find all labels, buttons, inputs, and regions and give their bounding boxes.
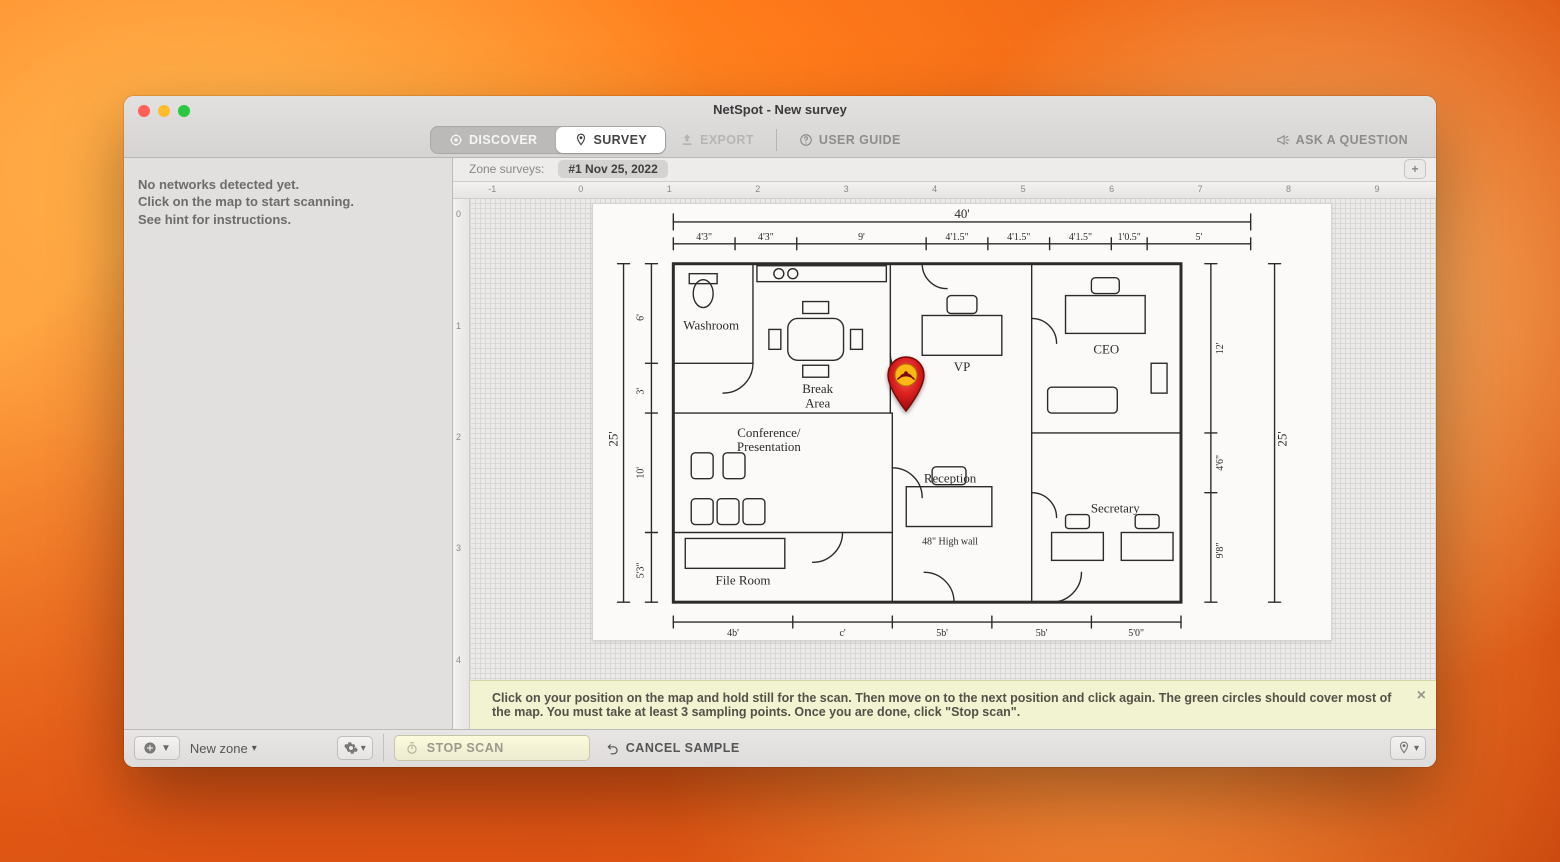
svg-text:5b': 5b' <box>936 628 948 639</box>
svg-text:4'1.5": 4'1.5" <box>1069 231 1092 242</box>
hint-close-button[interactable]: × <box>1417 687 1426 705</box>
stop-scan-label: STOP SCAN <box>427 741 504 755</box>
app-window: NetSpot - New survey DISCOVER SURVEY <box>124 96 1436 767</box>
tab-survey-label: SURVEY <box>594 133 648 147</box>
tab-discover-label: DISCOVER <box>469 133 538 147</box>
new-zone-label: New zone <box>190 741 248 756</box>
svg-text:10': 10' <box>635 466 646 478</box>
main-area: Zone surveys: #1 Nov 25, 2022 + -1 0 1 2… <box>453 158 1436 729</box>
sidebar-hint-line: Click on the map to start scanning. <box>138 193 438 211</box>
svg-text:CEO: CEO <box>1093 341 1119 356</box>
svg-text:48" High wall: 48" High wall <box>922 536 978 547</box>
location-menu-button[interactable]: ▾ <box>1390 736 1426 760</box>
sidebar-hint-line: No networks detected yet. <box>138 176 438 194</box>
svg-text:25': 25' <box>1275 431 1290 446</box>
svg-text:4'3": 4'3" <box>696 231 712 242</box>
svg-text:5'0": 5'0" <box>1128 628 1144 639</box>
chevron-down-icon: ▼ <box>161 743 171 754</box>
svg-text:9': 9' <box>858 231 865 242</box>
pin-outline-icon <box>1397 741 1411 755</box>
svg-text:c': c' <box>839 628 845 639</box>
hint-text: Click on your position on the map and ho… <box>492 691 1391 719</box>
svg-text:12': 12' <box>1215 342 1226 354</box>
add-menu-button[interactable]: ▼ <box>134 736 180 760</box>
plus-circle-icon <box>143 741 157 755</box>
svg-text:25': 25' <box>606 431 621 446</box>
svg-text:4'6": 4'6" <box>1215 454 1226 470</box>
sidebar: No networks detected yet. Click on the m… <box>124 158 453 729</box>
svg-text:4'1.5": 4'1.5" <box>1007 231 1030 242</box>
toolbar: DISCOVER SURVEY EXPORT <box>124 124 1436 157</box>
export-icon <box>680 133 694 147</box>
stop-scan-button[interactable]: STOP SCAN <box>394 735 590 761</box>
svg-text:VP: VP <box>954 359 971 374</box>
cancel-sample-button[interactable]: CANCEL SAMPLE <box>606 741 740 755</box>
gear-icon <box>344 741 358 755</box>
svg-text:1'0.5": 1'0.5" <box>1118 231 1141 242</box>
svg-text:6': 6' <box>635 313 646 320</box>
user-guide-label: USER GUIDE <box>819 133 901 147</box>
ask-question-label: ASK A QUESTION <box>1296 133 1408 147</box>
traffic-lights <box>138 105 190 117</box>
titlebar: NetSpot - New survey DISCOVER SURVEY <box>124 96 1436 158</box>
svg-text:Reception: Reception <box>924 470 977 485</box>
hint-banner: Click on your position on the map and ho… <box>470 680 1436 729</box>
close-window-button[interactable] <box>138 105 150 117</box>
pin-icon <box>574 133 588 147</box>
chevron-down-icon: ▾ <box>252 743 257 754</box>
ask-question-button[interactable]: ASK A QUESTION <box>1276 133 1408 147</box>
export-label: EXPORT <box>700 133 754 147</box>
svg-text:BreakArea: BreakArea <box>802 381 833 410</box>
scan-position-pin[interactable] <box>884 355 928 413</box>
chevron-down-icon: ▾ <box>361 743 366 754</box>
svg-text:40': 40' <box>954 205 969 220</box>
svg-text:5'3": 5'3" <box>635 562 646 578</box>
svg-text:Conference/Presentation: Conference/Presentation <box>737 424 801 453</box>
sidebar-hint-line: See hint for instructions. <box>138 211 438 229</box>
svg-text:3': 3' <box>635 387 646 394</box>
floor-plan: 40' 4'3" 4'3" 9' 4'1.5" 4'1.5" <box>592 203 1332 641</box>
svg-text:5': 5' <box>1196 231 1203 242</box>
stopwatch-icon <box>405 741 419 755</box>
svg-text:4'3": 4'3" <box>758 231 774 242</box>
svg-text:Washroom: Washroom <box>683 317 739 332</box>
ruler-vertical: 0 1 2 3 4 <box>453 199 470 729</box>
body: No networks detected yet. Click on the m… <box>124 158 1436 729</box>
tab-survey[interactable]: SURVEY <box>556 127 666 153</box>
new-zone-dropdown[interactable]: New zone ▾ <box>190 741 257 756</box>
zone-surveys-bar: Zone surveys: #1 Nov 25, 2022 + <box>453 158 1436 182</box>
target-icon <box>449 133 463 147</box>
window-title: NetSpot - New survey <box>713 102 847 117</box>
minimize-window-button[interactable] <box>158 105 170 117</box>
svg-text:File Room: File Room <box>716 572 771 587</box>
svg-text:4b': 4b' <box>727 628 739 639</box>
help-icon <box>799 133 813 147</box>
zone-survey-chip[interactable]: #1 Nov 25, 2022 <box>558 160 667 178</box>
zone-surveys-label: Zone surveys: <box>469 162 544 176</box>
tab-discover[interactable]: DISCOVER <box>431 127 556 153</box>
svg-text:Secretary: Secretary <box>1091 500 1140 515</box>
undo-icon <box>606 741 620 755</box>
user-guide-button[interactable]: USER GUIDE <box>799 133 901 147</box>
svg-text:5b': 5b' <box>1036 628 1048 639</box>
chevron-down-icon: ▾ <box>1414 743 1419 754</box>
cancel-sample-label: CANCEL SAMPLE <box>626 741 740 755</box>
settings-button[interactable]: ▾ <box>337 736 373 760</box>
zoom-window-button[interactable] <box>178 105 190 117</box>
add-zone-survey-button[interactable]: + <box>1404 159 1426 179</box>
svg-text:4'1.5": 4'1.5" <box>945 231 968 242</box>
megaphone-icon <box>1276 133 1290 147</box>
footer-bar: ▼ New zone ▾ ▾ STOP SCAN CANCEL SAMPLE <box>124 729 1436 767</box>
map-canvas[interactable]: 40' 4'3" 4'3" 9' 4'1.5" 4'1.5" <box>470 199 1436 729</box>
export-button[interactable]: EXPORT <box>680 133 754 147</box>
svg-text:9'8": 9'8" <box>1215 542 1226 558</box>
ruler-horizontal: -1 0 1 2 3 4 5 6 7 8 9 <box>453 182 1436 199</box>
mode-segmented-control: DISCOVER SURVEY <box>430 126 666 154</box>
